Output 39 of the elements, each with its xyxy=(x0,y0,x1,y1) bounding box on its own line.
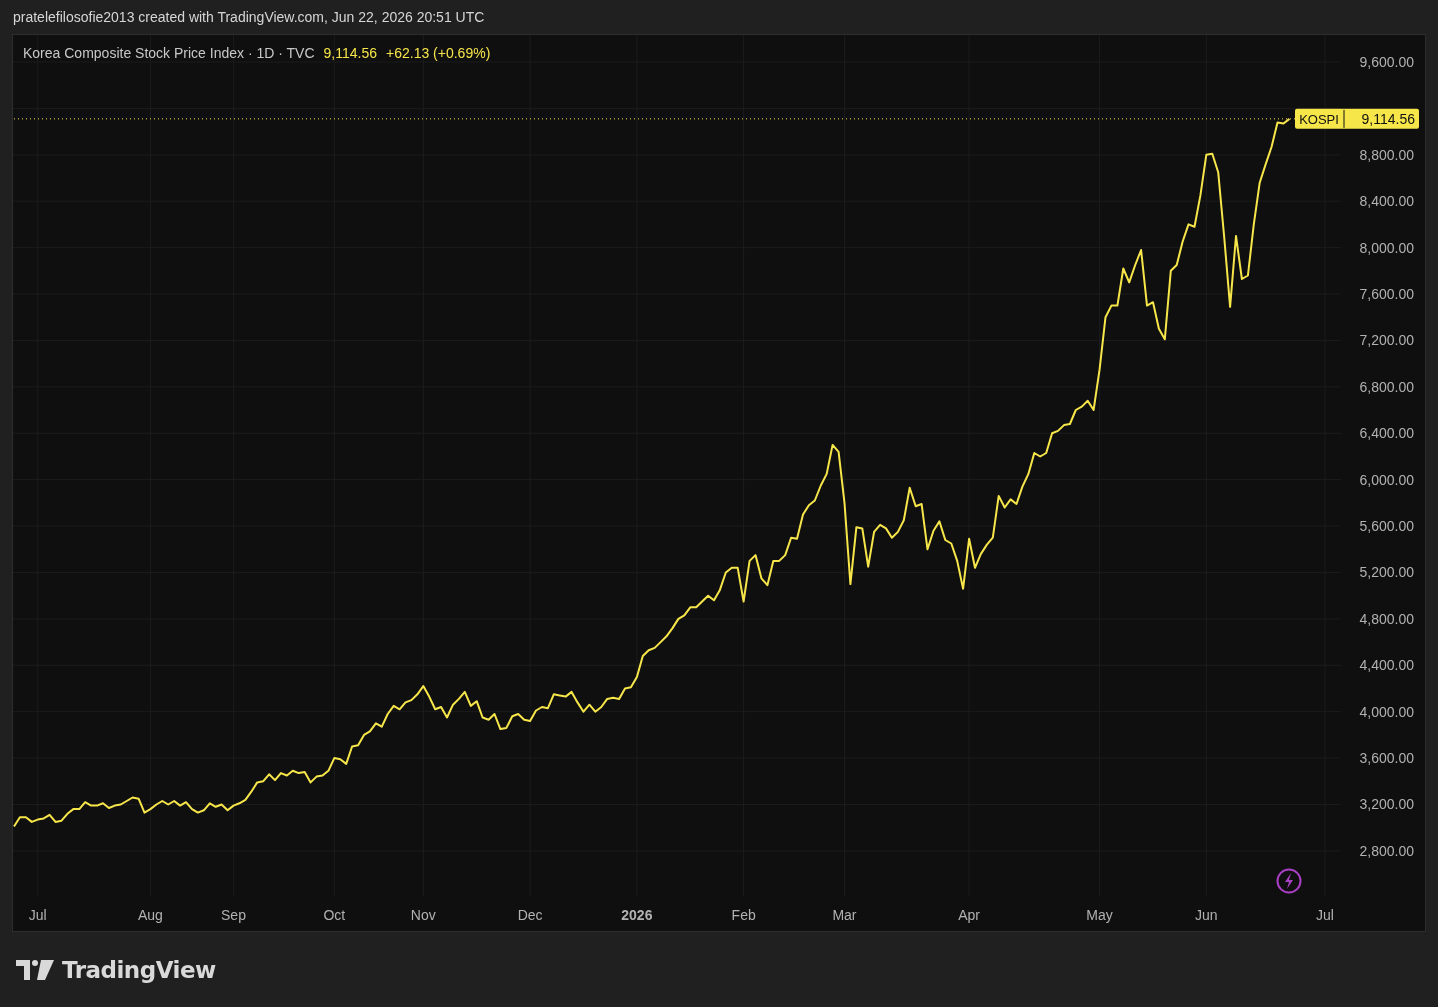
axis-label: Jun xyxy=(1195,907,1218,923)
axis-label: Aug xyxy=(138,907,163,923)
axis-label: Jul xyxy=(1316,907,1334,923)
axis-label: 3,600.00 xyxy=(1359,750,1414,767)
axis-label: Nov xyxy=(410,907,436,923)
axis-label: 4,000.00 xyxy=(1359,703,1414,720)
axis-label: 6,400.00 xyxy=(1359,425,1414,442)
axis-label: 6,000.00 xyxy=(1359,471,1414,488)
axis-label: Sep xyxy=(221,907,246,923)
last-value: 9,114.56 xyxy=(323,45,377,61)
axis-label: 7,600.00 xyxy=(1359,286,1414,303)
axis-label: 3,200.00 xyxy=(1359,796,1414,813)
axis-label: 5,200.00 xyxy=(1359,564,1414,581)
lightning-icon[interactable] xyxy=(1276,868,1302,894)
axis-label: May xyxy=(1086,907,1113,923)
series-label: KOSPI xyxy=(1299,111,1339,127)
axis-label: 4,800.00 xyxy=(1359,610,1414,627)
axis-label: 7,200.00 xyxy=(1359,332,1414,349)
symbol-title: Korea Composite Stock Price Index · 1D · TVC xyxy=(23,45,315,61)
axis-label: 2,800.00 xyxy=(1359,842,1414,859)
axis-label: Jul xyxy=(28,907,47,923)
price-label: 9,114.56 xyxy=(1361,110,1415,127)
axis-label: Apr xyxy=(958,907,980,923)
price-change: +62.13 (+0.69%) xyxy=(386,45,491,61)
axis-label: 9,600.00 xyxy=(1359,54,1414,71)
axis-label: 6,800.00 xyxy=(1359,378,1414,395)
axis-label: 2026 xyxy=(621,907,653,923)
axis-label: Oct xyxy=(323,907,346,923)
axis-label: 4,400.00 xyxy=(1359,657,1414,674)
logo-text: TradingView xyxy=(62,956,216,983)
axis-label: 8,800.00 xyxy=(1359,146,1414,163)
axis-label: Feb xyxy=(731,907,756,923)
axis-label: 5,600.00 xyxy=(1359,518,1414,535)
axis-label: Mar xyxy=(832,907,857,923)
axis-label: 8,400.00 xyxy=(1359,193,1414,210)
chart-caption: pratelefilosofie2013 created with TradingView.com, Jun 22, 2026 20:51 UTC xyxy=(12,8,486,27)
logo-icon xyxy=(16,959,54,980)
axis-label: Dec xyxy=(517,907,543,923)
axis-label: 8,000.00 xyxy=(1359,239,1414,256)
